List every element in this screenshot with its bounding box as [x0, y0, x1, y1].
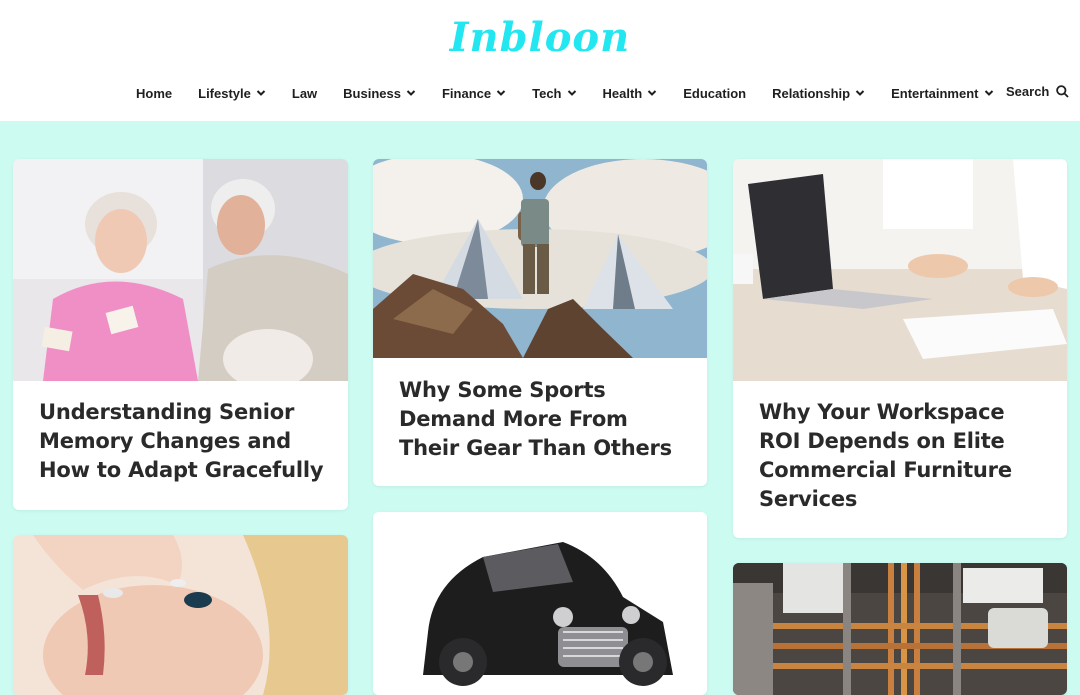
- article-image[interactable]: [733, 563, 1067, 695]
- nav-item-relationship[interactable]: Relationship: [772, 86, 865, 101]
- chevron-down-icon: [648, 90, 657, 96]
- article-card[interactable]: Understanding Senior Memory Changes and …: [13, 159, 348, 510]
- chevron-down-icon: [496, 90, 506, 96]
- nav-item-business[interactable]: Business: [343, 86, 416, 101]
- article-card[interactable]: Why Some Sports Demand More From Their G…: [373, 159, 707, 486]
- chevron-down-icon: [567, 90, 576, 96]
- nav-label: Health: [602, 85, 643, 101]
- nav-item-tech[interactable]: Tech: [532, 86, 576, 101]
- article-title[interactable]: Why Your Workspace ROI Depends on Elite …: [759, 398, 1047, 514]
- article-image[interactable]: [13, 535, 348, 695]
- nav-label: Law: [291, 85, 318, 101]
- article-card[interactable]: Why Your Workspace ROI Depends on Elite …: [733, 159, 1067, 538]
- nav-label: Entertainment: [891, 85, 979, 101]
- search-label: Search: [1006, 84, 1050, 99]
- nav-item-law[interactable]: Law: [292, 86, 317, 101]
- main-nav: Home Lifestyle Law Business Finance Tech…: [136, 84, 1020, 102]
- nav-item-finance[interactable]: Finance: [442, 86, 506, 101]
- nav-item-entertainment[interactable]: Entertainment: [891, 86, 993, 101]
- article-card[interactable]: [373, 512, 707, 695]
- nav-item-health[interactable]: Health: [603, 86, 658, 101]
- nav-item-education[interactable]: Education: [683, 86, 746, 101]
- nav-label: Lifestyle: [198, 85, 251, 101]
- search-button[interactable]: Search: [1006, 84, 1070, 99]
- nav-label: Home: [136, 85, 173, 101]
- article-image[interactable]: [373, 159, 707, 358]
- chevron-down-icon: [256, 90, 266, 96]
- article-title[interactable]: Understanding Senior Memory Changes and …: [39, 398, 328, 485]
- article-image[interactable]: [13, 159, 348, 381]
- nav-label: Relationship: [772, 85, 851, 101]
- chevron-down-icon: [855, 90, 865, 96]
- article-title[interactable]: Why Some Sports Demand More From Their G…: [399, 376, 687, 463]
- chevron-down-icon: [406, 90, 416, 96]
- nav-item-lifestyle[interactable]: Lifestyle: [198, 86, 266, 101]
- site-logo[interactable]: Inbloon: [0, 14, 1080, 61]
- article-card[interactable]: [13, 535, 348, 695]
- search-icon: [1056, 85, 1070, 98]
- nav-label: Education: [683, 85, 747, 101]
- article-image[interactable]: [733, 159, 1067, 381]
- nav-label: Finance: [441, 85, 492, 101]
- nav-item-home[interactable]: Home: [136, 86, 172, 101]
- nav-label: Business: [343, 85, 401, 101]
- article-image[interactable]: [373, 512, 707, 695]
- chevron-down-icon: [984, 90, 993, 96]
- site-header: Inbloon Home Lifestyle Law Business Fina…: [0, 0, 1080, 121]
- nav-label: Tech: [532, 85, 562, 101]
- article-card[interactable]: [733, 563, 1067, 695]
